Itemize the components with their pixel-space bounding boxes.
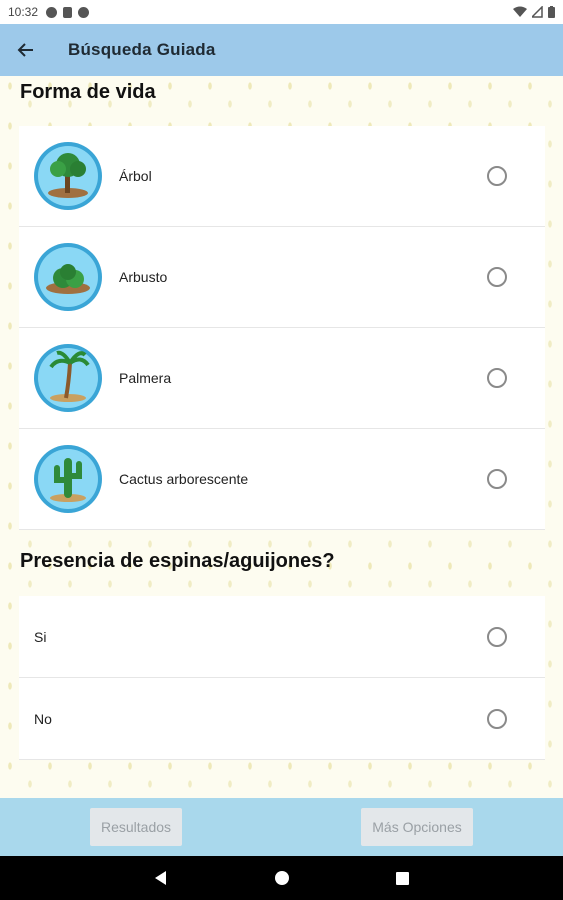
- home-circle-icon: [275, 871, 289, 885]
- wifi-icon: [513, 6, 527, 17]
- content-area[interactable]: Forma de vida Árbol Arbusto Palmera Cact…: [0, 76, 563, 798]
- signal-icon: [532, 6, 543, 18]
- more-options-button[interactable]: Más Opciones: [361, 808, 473, 846]
- espinas-list: Si No: [19, 596, 545, 760]
- nav-home-button[interactable]: [252, 856, 312, 900]
- radio-cactus[interactable]: [487, 469, 507, 489]
- cactus-icon: [34, 445, 102, 513]
- back-button[interactable]: [0, 24, 52, 76]
- option-label: Si: [34, 628, 47, 645]
- system-icons: [513, 6, 555, 18]
- app-bar: Búsqueda Guiada: [0, 24, 563, 76]
- battery-icon: [548, 6, 555, 18]
- status-bar: 10:32: [0, 0, 563, 24]
- forma-de-vida-list: Árbol Arbusto Palmera Cactus arborescent…: [19, 126, 545, 530]
- section-title-espinas: Presencia de espinas/aguijones?: [20, 550, 335, 572]
- option-label: No: [34, 710, 52, 727]
- radio-arbol[interactable]: [487, 166, 507, 186]
- section-title-forma-de-vida: Forma de vida: [20, 81, 156, 103]
- status-time: 10:32: [8, 5, 39, 19]
- option-si[interactable]: Si: [19, 596, 545, 678]
- shrub-icon: [34, 243, 102, 311]
- notification-icons: [46, 6, 90, 18]
- radio-palmera[interactable]: [487, 368, 507, 388]
- radio-si[interactable]: [487, 626, 507, 647]
- option-label: Cactus arborescente: [119, 471, 249, 487]
- notification-icon: [46, 6, 58, 18]
- option-label: Arbusto: [119, 269, 168, 285]
- option-arbusto[interactable]: Arbusto: [19, 227, 545, 328]
- tree-icon: [34, 142, 102, 210]
- option-cactus[interactable]: Cactus arborescente: [19, 429, 545, 530]
- page-title: Búsqueda Guiada: [68, 40, 216, 59]
- sd-card-icon: [63, 6, 73, 18]
- results-button[interactable]: Resultados: [90, 808, 182, 846]
- bottom-action-bar: Resultados Más Opciones: [0, 798, 563, 856]
- sync-icon: [78, 6, 90, 18]
- option-arbol[interactable]: Árbol: [19, 126, 545, 227]
- radio-arbusto[interactable]: [487, 267, 507, 287]
- radio-no[interactable]: [487, 708, 507, 729]
- nav-back-button[interactable]: [131, 856, 191, 900]
- option-label: Árbol: [119, 168, 152, 184]
- system-nav-bar: [0, 856, 563, 900]
- option-no[interactable]: No: [19, 678, 545, 760]
- arrow-left-icon: [17, 43, 33, 57]
- option-palmera[interactable]: Palmera: [19, 328, 545, 429]
- option-label: Palmera: [119, 370, 172, 386]
- nav-recents-button[interactable]: [372, 856, 432, 900]
- palm-icon: [34, 344, 102, 412]
- recents-square-icon: [395, 871, 409, 885]
- back-triangle-icon: [155, 871, 166, 885]
